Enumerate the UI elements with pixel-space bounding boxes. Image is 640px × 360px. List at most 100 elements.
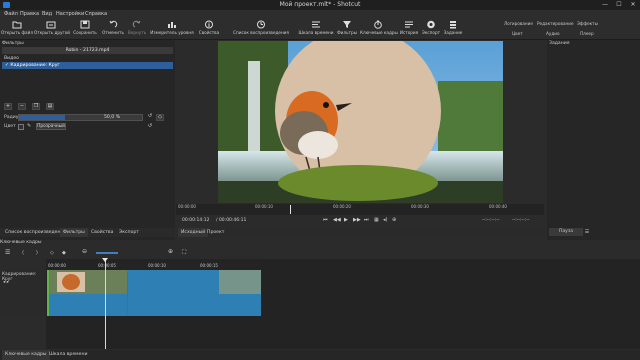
window-title: Мой проект.mlt* - Shotcut (279, 1, 361, 8)
tab-filters[interactable]: Фильтры (60, 228, 88, 237)
copy-filter-button[interactable]: ❐ (32, 103, 40, 110)
close-button[interactable]: ✕ (626, 0, 640, 10)
minimize-button[interactable]: — (598, 0, 612, 10)
redo-button[interactable]: Вернуть (120, 19, 154, 39)
layout-player[interactable]: Плеер (580, 31, 594, 36)
maximize-button[interactable]: ☐ (612, 0, 626, 10)
properties-button[interactable]: Свойства (192, 19, 226, 39)
menu-help[interactable]: Справка (85, 10, 107, 18)
ruler-label: 00:00:00 (48, 263, 66, 268)
menu-file[interactable]: Файл (4, 10, 18, 18)
copy-icon: ❐ (33, 103, 39, 109)
zoom-out-icon[interactable]: ⊖ (82, 248, 87, 255)
next-keyframe-icon[interactable]: ⟩ (36, 250, 38, 256)
remove-filter-button[interactable]: − (18, 103, 26, 110)
bottom-dock-tabs: Ключевые кадры Шкала времени (0, 350, 640, 360)
skip-end-icon[interactable]: ⏭ (364, 217, 369, 223)
eyedropper-icon[interactable]: ✎ (27, 123, 31, 129)
tab-keyframes[interactable]: Ключевые кадры (2, 350, 50, 360)
jobs-panel-title: Задания (549, 41, 570, 46)
menu-view[interactable]: Вид (42, 10, 52, 18)
level-meter-icon (168, 22, 176, 28)
play-icon[interactable]: ▶ (344, 217, 348, 223)
playhead-handle-icon[interactable] (102, 258, 108, 262)
color-reset-icon[interactable]: ↺ (146, 124, 154, 131)
zoom-fit-icon[interactable]: ⛶ (182, 249, 186, 257)
current-timecode[interactable]: 00:00:14:12 (182, 218, 209, 223)
add-keyframe-icon[interactable]: ◇ (50, 250, 54, 256)
keyframes-clip-first[interactable] (47, 270, 127, 316)
tab-timeline[interactable]: Шкала времени (46, 350, 90, 360)
jobs-icon (450, 21, 456, 29)
filters-button[interactable]: Фильтры (330, 19, 364, 39)
remove-keyframe-icon[interactable]: ◆ (62, 250, 66, 256)
jobs-menu-icon[interactable]: ☰ (583, 228, 591, 236)
skip-start-icon[interactable]: ⏮ (323, 217, 328, 223)
playlist-button[interactable]: Список воспроизведения (226, 19, 296, 39)
paste-icon: ▤ (47, 103, 53, 109)
transport-bar: 00:00:14:12 / 00:00:46:11 ⏮ ◀◀ ▶ ▶▶ ⏭ ▦ … (176, 215, 544, 227)
radius-value[interactable]: 50,0 % (104, 114, 120, 121)
open-file-button[interactable]: Открыть файл (0, 19, 34, 39)
rewind-icon[interactable]: ◀◀ (333, 217, 341, 223)
add-filter-button[interactable]: + (4, 103, 12, 110)
radius-reset-icon[interactable]: ↺ (146, 114, 154, 121)
menu-settings[interactable]: Настройки (56, 10, 84, 18)
menu-edit[interactable]: Правка (20, 10, 39, 18)
tab-export[interactable]: Экспорт (116, 228, 142, 237)
keyframes-playhead[interactable] (105, 259, 106, 349)
open-other-button[interactable]: Открыть другой (34, 19, 70, 39)
radius-keyframe-icon[interactable]: ◇ (156, 114, 164, 121)
filter-list-item[interactable]: ✓ Кадрирование: Круг (2, 62, 173, 69)
grid-icon[interactable]: ▦ (374, 217, 379, 223)
color-checkbox[interactable] (18, 124, 24, 130)
in-point[interactable]: --:--:--:-- (482, 218, 500, 223)
track-keyframe-nav-icon[interactable]: ◂ ▸ (3, 280, 9, 285)
video-preview[interactable] (218, 41, 503, 203)
color-label: Цвет (4, 124, 16, 129)
toolbar: Открыть файл Открыть другой Сохранить От… (0, 18, 640, 40)
open-other-icon (46, 21, 56, 29)
keyframes-clip-second[interactable] (127, 270, 261, 316)
layout-audio[interactable]: Аудио (546, 31, 560, 36)
previous-keyframe-icon[interactable]: ⟨ (22, 250, 24, 256)
keyframes-toolbar: ☰ ⟨ ⟩ ◇ ◆ ⊖ ⊕ ⛶ (0, 247, 640, 259)
radius-slider-fill (19, 115, 65, 120)
level-meter-button[interactable]: Измеритель уровня (150, 19, 194, 39)
keyframes-button[interactable]: Ключевые кадры (360, 19, 398, 39)
open-folder-icon (12, 21, 22, 29)
fast-forward-icon[interactable]: ▶▶ (353, 217, 361, 223)
layout-effects[interactable]: Эффекты (577, 21, 598, 26)
filter-item-label: Кадрирование: Круг (10, 63, 60, 68)
volume-icon[interactable]: ◂) (383, 217, 387, 223)
zoom-icon[interactable]: ⊕ (392, 217, 396, 223)
video-section-label: Видео (4, 56, 19, 61)
player-tick-label: 00:00:00 (178, 204, 196, 209)
timeline-icon (312, 21, 320, 28)
layout-color[interactable]: Цвет (512, 31, 523, 36)
playlist-icon (257, 20, 265, 29)
clip-name-header: Robin - 21723.mp4 (2, 47, 173, 54)
timeline-button[interactable]: Шкала времени (298, 19, 334, 39)
paste-filter-button[interactable]: ▤ (46, 103, 54, 110)
keyframes-ruler[interactable]: 00:00:00 00:00:05 00:00:10 00:00:15 (46, 262, 261, 270)
ruler-label: 00:00:15 (200, 263, 218, 268)
tab-properties[interactable]: Свойства (88, 228, 116, 237)
undo-icon (109, 20, 118, 28)
layout-logging[interactable]: Логирование (504, 21, 533, 26)
keyframes-menu-icon[interactable]: ☰ (5, 249, 10, 256)
out-point[interactable]: --:--:--:-- (512, 218, 530, 223)
jobs-button[interactable]: Задание (436, 19, 470, 39)
tab-project[interactable]: Проект (204, 228, 227, 237)
player-position-marker[interactable] (290, 205, 291, 214)
player-tabs: Исходный Проект (176, 228, 544, 237)
zoom-in-icon[interactable]: ⊕ (168, 248, 173, 255)
left-dock-tabs: Список воспроизведения Фильтры Свойства … (0, 228, 175, 237)
color-button[interactable]: Прозрачный (36, 123, 66, 130)
layout-editing[interactable]: Редактирование (537, 21, 574, 26)
properties-icon (205, 20, 213, 29)
pause-jobs-button[interactable]: Пауза (549, 228, 583, 236)
menu-bar: Файл Правка Вид Настройки Справка (0, 10, 640, 18)
ruler-label: 00:00:10 (148, 263, 166, 268)
zoom-slider[interactable] (96, 252, 118, 254)
